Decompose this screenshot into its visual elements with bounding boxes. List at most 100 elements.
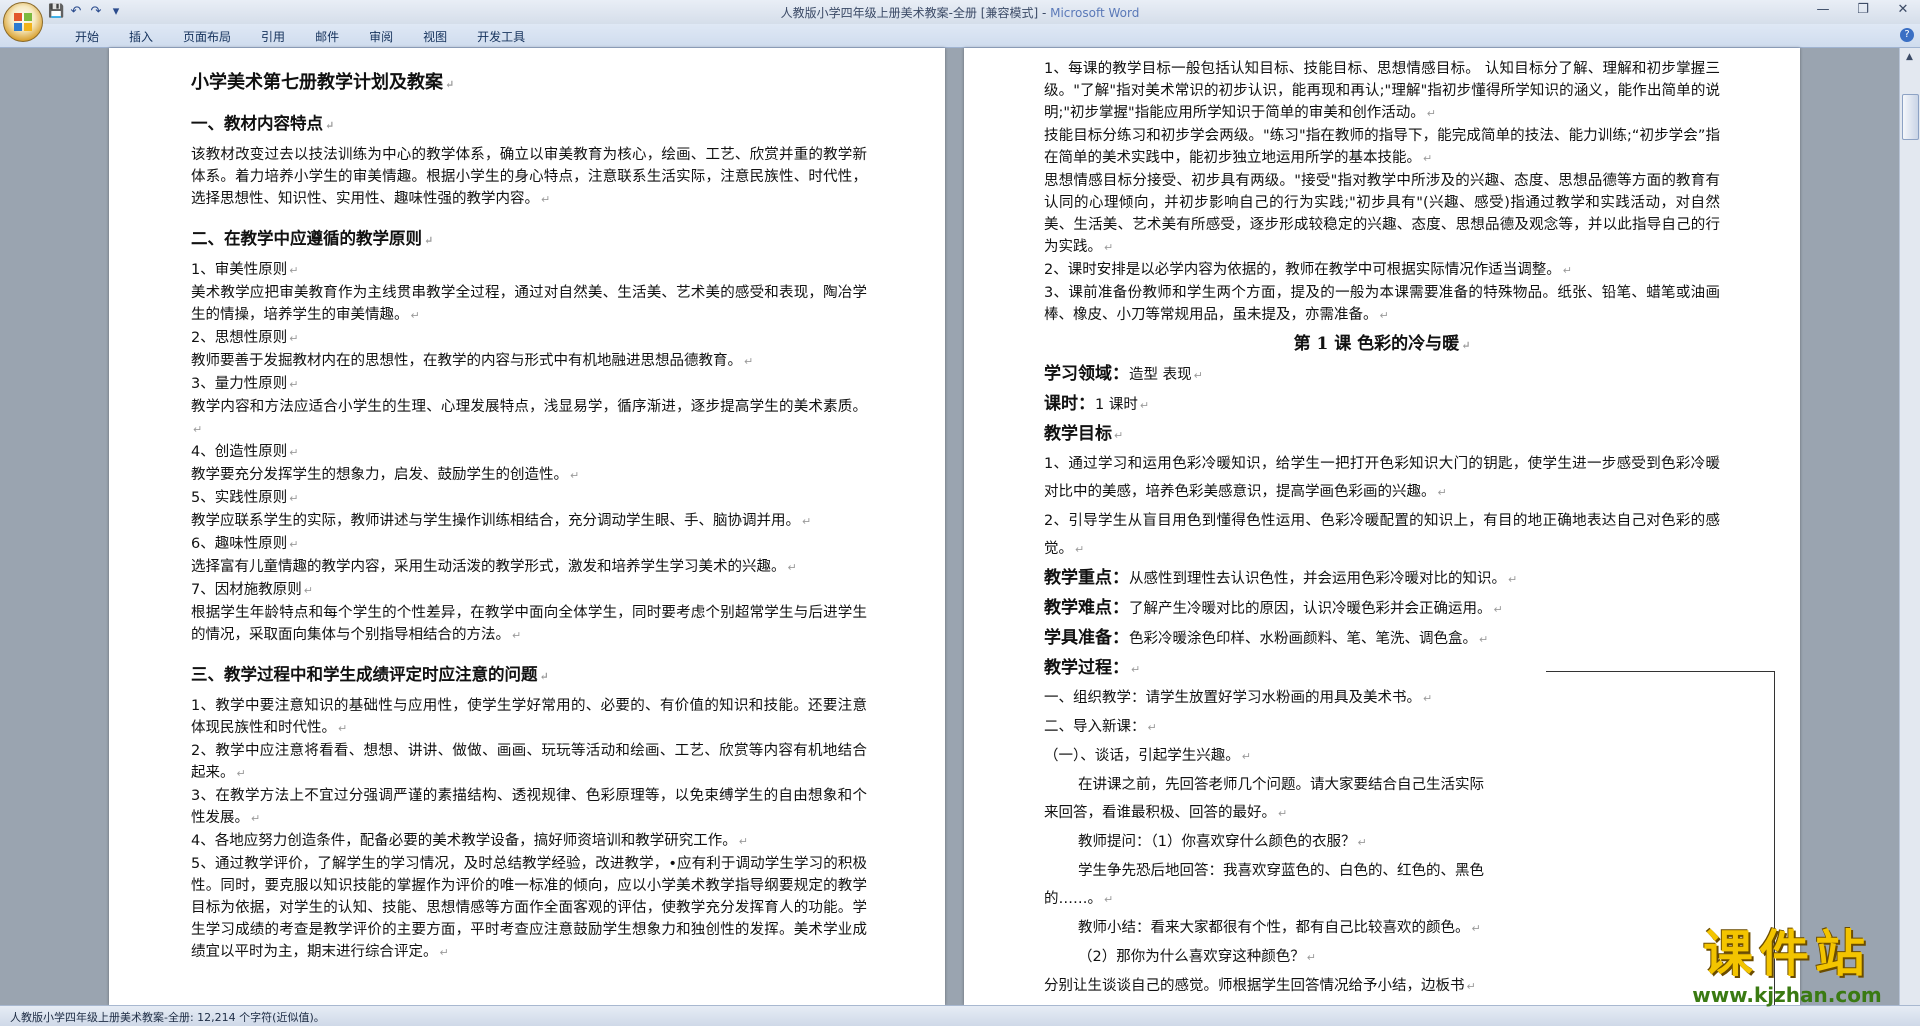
issue-item-text: 2、教学中应注意将看看、想想、讲讲、做做、画画、玩玩等活动和绘画、工艺、欣赏等内… [191, 743, 867, 781]
principle-body: 教师要善于发掘教材内在的思想性，在教学的内容与形式中有机地融进思想品德教育。 ↵ [191, 350, 867, 373]
process-item: 学生争先恐后地回答：我喜欢穿蓝色的、白色的、红色的、黑色的……。 ↵ [1044, 857, 1484, 914]
issue-item: 1、教学中要注意知识的基础性与应用性，使学生学好常用的、必要的、有价值的知识和技… [191, 695, 867, 740]
principle-body: 根据学生年龄特点和每个学生的个性差异，在教学中面向全体学生，同时要考虑个别超常学… [191, 602, 867, 647]
difficulty-line: 教学难点：了解产生冷暖对比的原因，认识冷暖色彩并会正确运用。 ↵ [1044, 598, 1503, 618]
status-bar: 人教版小学四年级上册美术教案-全册: 12,214 个字符(近似值)。 [0, 1005, 1920, 1026]
prep-line: 学具准备：色彩冷暖涂色印样、水粉画颜料、笔、笔洗、调色盒。 ↵ [1044, 628, 1489, 648]
goal-item-text: 2、引导学生从盲目用色到懂得色性运用、色彩冷暖配置的知识上，有目的地正确地表达自… [1044, 513, 1720, 557]
document-title: 人教版小学四年级上册美术教案-全册 [兼容模式] - [780, 6, 1051, 20]
window-title: 人教版小学四年级上册美术教案-全册 [兼容模式] - Microsoft Wor… [0, 4, 1920, 21]
vertical-scrollbar[interactable]: ▲ [1899, 48, 1920, 1005]
tab-insert[interactable]: 插入 [114, 28, 168, 46]
paragraph-mark-icon: ↵ [289, 378, 299, 391]
paragraph-mark-icon: ↵ [1423, 152, 1433, 165]
principle-title: 3、量力性原则 ↵ [191, 373, 867, 396]
principle-body-text: 教学应联系学生的实际，教师讲述与学生操作训练相结合，充分调动学生眼、手、脑协调并… [191, 513, 800, 529]
paragraph-mark-icon: ↵ [1471, 922, 1481, 935]
principle-body-text: 根据学生年龄特点和每个学生的个性差异，在教学中面向全体学生，同时要考虑个别超常学… [191, 605, 867, 643]
tab-page-layout[interactable]: 页面布局 [168, 28, 246, 46]
process-item: （2）那你为什么喜欢穿这种颜色？ ↵ [1044, 943, 1484, 972]
paragraph-mark-icon: ↵ [236, 767, 246, 780]
intro-item: 3、课前准备份教师和学生两个方面，提及的一般为本课需要准备的特殊物品。纸张、铅笔… [1044, 282, 1720, 327]
principle-title-text: 6、趣味性原则 [191, 536, 288, 552]
section-heading-2: 二、在教学中应遵循的教学原则 ↵ [191, 229, 434, 248]
process-item-text: 教师提问：（1）你喜欢穿什么颜色的衣服？ [1078, 834, 1356, 850]
paragraph-mark-icon: ↵ [1306, 951, 1316, 964]
paragraph-mark-icon: ↵ [787, 561, 797, 574]
process-item: 二、导入新课： ↵ [1044, 713, 1484, 742]
intro-item: 技能目标分练习和初步学会两级。"练习"指在教师的指导下，能完成简单的技法、能力训… [1044, 125, 1720, 170]
intro-item-text: 2、课时安排是以必学内容为依据的，教师在教学中可根据实际情况作适当调整。 [1044, 262, 1561, 278]
process-list: 一、组织教学：请学生放置好学习水粉画的用具及美术书。 ↵ 二、导入新课： ↵ （一）、谈… [1044, 684, 1484, 1005]
document-workspace: 小学美术第七册教学计划及教案 ↵ 一、教材内容特点 ↵ 该教材改变过去以技法训练为中… [0, 48, 1920, 1005]
minimize-button[interactable]: — [1810, 1, 1836, 19]
issues-list: 1、教学中要注意知识的基础性与应用性，使学生学好常用的、必要的、有价值的知识和技… [191, 695, 867, 964]
document-page-right[interactable]: 1、每课的教学目标一般包括认知目标、技能目标、思想情感目标。 认知目标分了解、理… [964, 48, 1800, 1005]
paragraph-mark-icon: ↵ [193, 423, 203, 436]
process-item: （一）、谈话，引起学生兴趣。 ↵ [1044, 742, 1484, 771]
process-item-text: 二、导入新课： [1044, 719, 1146, 735]
principle-body-text: 选择富有儿童情趣的教学内容，采用生动活泼的教学形式，激发和培养学生学习美术的兴趣… [191, 559, 786, 575]
principle-body: 教学要充分发挥学生的想象力，启发、鼓励学生的创造性。 ↵ [191, 464, 867, 487]
app-name: Microsoft Word [1050, 6, 1140, 20]
paragraph-mark-icon: ↵ [303, 584, 313, 597]
paragraph-mark-icon: ↵ [1147, 721, 1157, 734]
paragraph-mark-icon: ↵ [289, 538, 299, 551]
page-left-content: 小学美术第七册教学计划及教案 ↵ 一、教材内容特点 ↵ 该教材改变过去以技法训练为中… [191, 56, 867, 964]
goal-heading: 教学目标 ↵ [1044, 424, 1124, 444]
paragraph-mark-icon: ↵ [1437, 486, 1447, 499]
paragraph-mark-icon: ↵ [338, 722, 348, 735]
paragraph-mark-icon: ↵ [410, 309, 420, 322]
tab-developer[interactable]: 开发工具 [462, 28, 540, 46]
title-bar: 💾 ↶ ↷ ▾ 人教版小学四年级上册美术教案-全册 [兼容模式] - Micro… [0, 0, 1920, 24]
intro-item: 思想情感目标分接受、初步具有两级。"接受"指对教学中所涉及的兴趣、态度、思想品德… [1044, 170, 1720, 259]
paragraph-mark-icon: ↵ [251, 812, 261, 825]
watermark-logo: 课件站 www.kjzhan.com [1672, 925, 1902, 1007]
tab-mailings[interactable]: 邮件 [300, 28, 354, 46]
paragraph-mark-icon: ↵ [512, 629, 522, 642]
tab-references[interactable]: 引用 [246, 28, 300, 46]
scroll-up-icon[interactable]: ▲ [1902, 50, 1917, 64]
paragraph-mark-icon: ↵ [1104, 241, 1114, 254]
paragraph-mark-icon: ↵ [289, 332, 299, 345]
office-button[interactable] [3, 2, 43, 42]
document-page-left[interactable]: 小学美术第七册教学计划及教案 ↵ 一、教材内容特点 ↵ 该教材改变过去以技法训练为中… [109, 48, 945, 1005]
scrollbar-thumb[interactable] [1902, 94, 1919, 140]
issue-item: 3、在教学方法上不宜过分强调严谨的素描结构、透视规律、色彩原理等，以免束缚学生的… [191, 785, 867, 830]
principle-title-text: 7、因材施教原则 [191, 582, 302, 598]
close-button[interactable]: ✕ [1890, 1, 1916, 19]
principles-list: 1、审美性原则 ↵ 美术教学应把审美教育作为主线贯串教学全过程，通过对自然美、生活… [191, 259, 867, 647]
paragraph-mark-icon: ↵ [1423, 692, 1433, 705]
issue-item-text: 3、在教学方法上不宜过分强调严谨的素描结构、透视规律、色彩原理等，以免束缚学生的… [191, 788, 867, 826]
goal-item: 2、引导学生从盲目用色到懂得色性运用、色彩冷暖配置的知识上，有目的地正确地表达自… [1044, 507, 1720, 564]
goal-item: 1、通过学习和运用色彩冷暖知识，给学生一把打开色彩知识大门的钥匙，使学生进一步感… [1044, 450, 1720, 507]
principle-body-text: 美术教学应把审美教育作为主线贯串教学全过程，通过对自然美、生活美、艺术美的感受和… [191, 285, 867, 323]
principle-title-text: 2、思想性原则 [191, 330, 288, 346]
process-item-text: 一、组织教学：请学生放置好学习水粉画的用具及美术书。 [1044, 690, 1421, 706]
field-line: 学习领域：造型 表现 ↵ [1044, 364, 1203, 384]
intro-item: 2、课时安排是以必学内容为依据的，教师在教学中可根据实际情况作适当调整。 ↵ [1044, 259, 1720, 282]
paragraph-mark-icon: ↵ [744, 355, 754, 368]
paragraph-mark-icon: ↵ [439, 946, 449, 959]
tab-home[interactable]: 开始 [60, 28, 114, 46]
issue-item-text: 1、教学中要注意知识的基础性与应用性，使学生学好常用的、必要的、有价值的知识和技… [191, 698, 867, 736]
paragraph-mark-icon: ↵ [570, 469, 580, 482]
tab-review[interactable]: 审阅 [354, 28, 408, 46]
process-item: 教师提问：（1）你喜欢穿什么颜色的衣服？ ↵ [1044, 828, 1484, 857]
paragraph-mark-icon: ↵ [802, 515, 812, 528]
hours-line: 课时：1 课时 ↵ [1044, 394, 1150, 414]
restore-button[interactable]: ❐ [1850, 1, 1876, 19]
principle-title-text: 5、实践性原则 [191, 490, 288, 506]
help-icon[interactable]: ? [1900, 28, 1914, 42]
tab-view[interactable]: 视图 [408, 28, 462, 46]
principle-body: 选择富有儿童情趣的教学内容，采用生动活泼的教学形式，激发和培养学生学习美术的兴趣… [191, 556, 867, 579]
lesson-title: 第 1 课 色彩的冷与暖 ↵ [1293, 334, 1471, 354]
process-item-text: 教师小结：看来大家都很有个性，都有自己比较喜欢的颜色。 [1078, 920, 1470, 936]
issue-item: 2、教学中应注意将看看、想想、讲讲、做做、画画、玩玩等活动和绘画、工艺、欣赏等内… [191, 740, 867, 785]
principle-body: 教学应联系学生的实际，教师讲述与学生操作训练相结合，充分调动学生眼、手、脑协调并… [191, 510, 867, 533]
paragraph-mark-icon: ↵ [1379, 309, 1389, 322]
process-item-text: （2）那你为什么喜欢穿这种颜色？ [1078, 949, 1305, 965]
paragraph-mark-icon: ↵ [1357, 836, 1367, 849]
paragraph-mark-icon: ↵ [1562, 264, 1572, 277]
document-title-heading: 小学美术第七册教学计划及教案 ↵ [191, 72, 455, 93]
